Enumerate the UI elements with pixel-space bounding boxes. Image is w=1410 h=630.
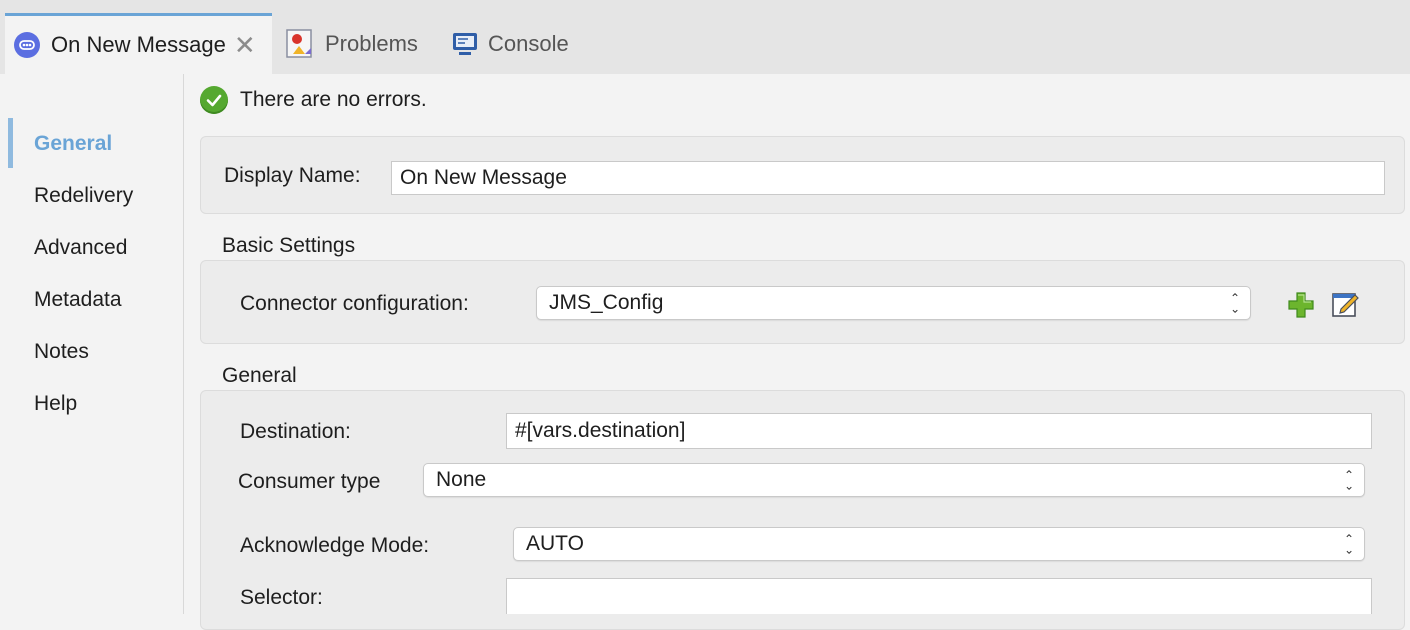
destination-field[interactable]: #[vars.destination] [506, 413, 1372, 449]
select-arrows-icon: ⌃ ⌃ [1343, 468, 1354, 492]
connector-configuration-select[interactable]: JMS_Config ⌃ ⌃ [536, 286, 1251, 320]
message-source-icon [13, 31, 41, 59]
basic-settings-title: Basic Settings [222, 234, 356, 257]
tab-label: Problems [325, 30, 418, 56]
tab-label: Console [488, 30, 569, 56]
plus-icon [1288, 292, 1314, 318]
destination-label: Destination: [240, 420, 351, 443]
acknowledge-mode-select[interactable]: AUTO ⌃ ⌃ [513, 527, 1365, 561]
connector-configuration-label: Connector configuration: [240, 292, 469, 315]
select-arrows-icon: ⌃ ⌃ [1229, 291, 1240, 315]
display-name-label: Display Name: [224, 164, 361, 187]
select-arrows-icon: ⌃ ⌃ [1343, 532, 1354, 556]
status-message: There are no errors. [240, 88, 427, 111]
editor-tab-bar: On New Message ✕ Problems Console [0, 0, 1410, 74]
sidebar-item-advanced[interactable]: Advanced [34, 236, 127, 260]
sidebar-item-help[interactable]: Help [34, 392, 77, 416]
selector-label: Selector: [240, 586, 323, 609]
acknowledge-mode-label: Acknowledge Mode: [240, 534, 430, 557]
close-tab-icon[interactable]: ✕ [234, 32, 256, 58]
sidebar-item-redelivery[interactable]: Redelivery [34, 184, 133, 208]
acknowledge-mode-value: AUTO [526, 532, 584, 555]
selected-marker [8, 118, 13, 168]
edit-config-button[interactable] [1331, 289, 1361, 319]
consumer-type-select[interactable]: None ⌃ ⌃ [423, 463, 1365, 497]
connector-configuration-value: JMS_Config [549, 291, 664, 314]
sidebar-item-metadata[interactable]: Metadata [34, 288, 122, 312]
validation-status: There are no errors. [200, 86, 427, 114]
problems-icon [285, 28, 315, 60]
tab-label: On New Message [51, 32, 226, 57]
sidebar-item-notes[interactable]: Notes [34, 340, 89, 364]
display-name-field[interactable]: On New Message [391, 161, 1385, 195]
tab-on-new-message[interactable]: On New Message ✕ [5, 13, 272, 74]
edit-icon [1332, 293, 1359, 317]
selector-field[interactable] [506, 578, 1372, 614]
tab-problems[interactable]: Problems [285, 13, 418, 74]
add-config-button[interactable] [1286, 290, 1316, 320]
console-icon [452, 31, 478, 57]
consumer-type-label: Consumer type [238, 470, 381, 493]
consumer-type-value: None [436, 468, 487, 491]
general-title: General [222, 364, 297, 387]
sidebar-item-general[interactable]: General [34, 132, 112, 156]
tab-console[interactable]: Console [452, 13, 569, 74]
check-circle-icon [200, 86, 228, 114]
